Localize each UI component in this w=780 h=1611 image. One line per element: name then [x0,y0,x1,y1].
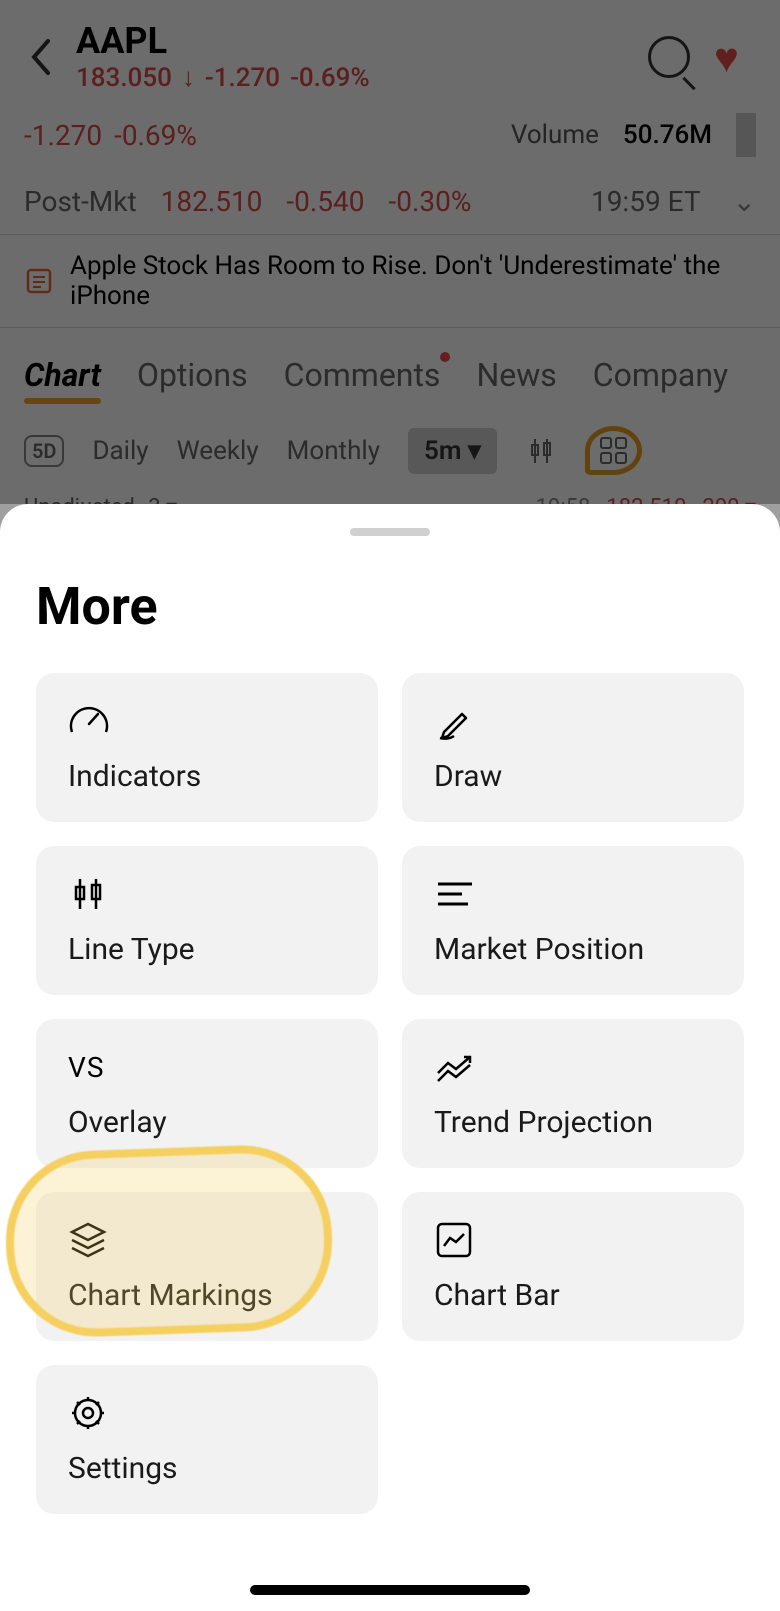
layers-icon [68,1220,346,1260]
pencil-icon [434,701,712,741]
candlestick-icon [68,874,346,914]
drag-handle[interactable] [350,528,430,536]
card-chart-markings-label: Chart Markings [68,1278,346,1313]
card-chart-bar[interactable]: Chart Bar [402,1192,744,1341]
card-line-type-label: Line Type [68,932,346,967]
vs-icon: VS [68,1047,346,1087]
chart-box-icon [434,1220,712,1260]
modal-title: More [36,576,744,637]
card-overlay[interactable]: VS Overlay [36,1019,378,1168]
card-indicators[interactable]: Indicators [36,673,378,822]
card-draw[interactable]: Draw [402,673,744,822]
card-trend-projection-label: Trend Projection [434,1105,712,1140]
card-overlay-label: Overlay [68,1105,346,1140]
svg-text:VS: VS [68,1051,104,1083]
card-settings[interactable]: Settings [36,1365,378,1514]
card-chart-bar-label: Chart Bar [434,1278,712,1313]
gear-icon [68,1393,346,1433]
card-indicators-label: Indicators [68,759,346,794]
card-line-type[interactable]: Line Type [36,846,378,995]
more-modal: More Indicators Draw Line Type Market Po… [0,504,780,1611]
card-settings-label: Settings [68,1451,346,1486]
home-indicator[interactable] [250,1585,530,1595]
card-trend-projection[interactable]: Trend Projection [402,1019,744,1168]
card-market-position[interactable]: Market Position [402,846,744,995]
trend-icon [434,1047,712,1087]
card-market-position-label: Market Position [434,932,712,967]
gauge-icon [68,701,346,741]
card-chart-markings[interactable]: Chart Markings [36,1192,378,1341]
card-draw-label: Draw [434,759,712,794]
align-left-icon [434,874,712,914]
